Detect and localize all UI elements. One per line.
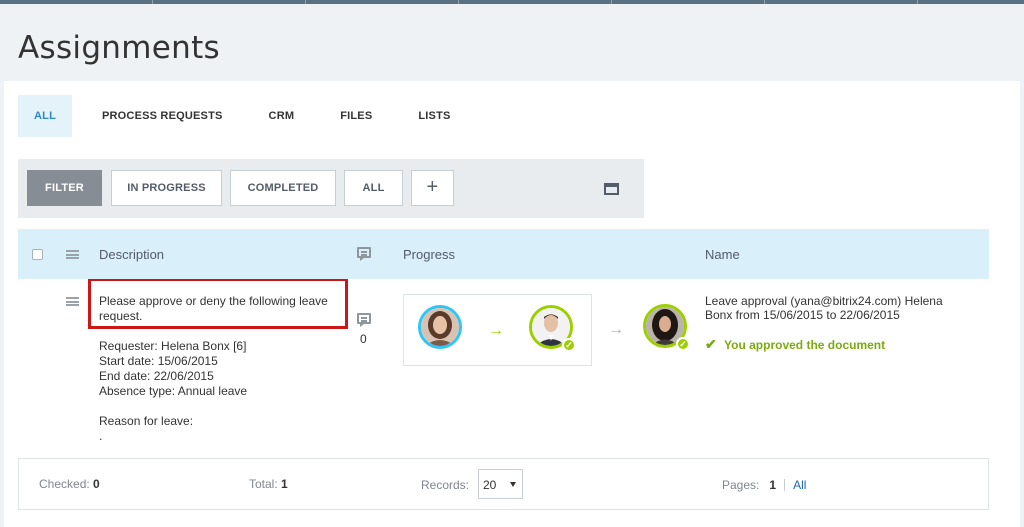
completed-button[interactable]: COMPLETED	[230, 170, 336, 206]
pagination: Pages: 1 All	[722, 478, 807, 492]
chevron-down-icon	[510, 482, 516, 487]
tab-crm[interactable]: CRM	[253, 95, 311, 137]
end-date-text: End date: 22/06/2015	[99, 369, 214, 383]
table-row: Please approve or deny the following lea…	[18, 279, 989, 441]
filter-button[interactable]: FILTER	[27, 170, 102, 206]
column-header-progress[interactable]: Progress	[403, 247, 455, 262]
column-settings-icon[interactable]	[66, 250, 79, 259]
progress-arrow-icon: →	[608, 321, 624, 338]
checked-count: Checked: 0	[39, 477, 100, 491]
top-bar	[0, 0, 1024, 4]
total-count: Total: 1	[249, 477, 288, 491]
filter-bar: FILTER IN PROGRESS COMPLETED ALL +	[18, 159, 644, 218]
tab-all[interactable]: ALL	[18, 95, 72, 137]
approved-check-icon: ✓	[676, 337, 690, 351]
status-approved: ✔ You approved the document	[705, 336, 885, 353]
column-header-name[interactable]: Name	[705, 247, 740, 262]
grid-footer: Checked: 0 Total: 1 Records: 20 Pages: 1…	[18, 458, 989, 510]
top-bar-divider	[152, 0, 153, 4]
absence-type-text: Absence type: Annual leave	[99, 384, 248, 398]
top-bar-divider	[305, 0, 306, 4]
tab-lists[interactable]: LISTS	[402, 95, 466, 137]
page-title: Assignments	[18, 30, 220, 66]
page-current[interactable]: 1	[769, 478, 776, 492]
status-text: You approved the document	[724, 338, 886, 352]
check-icon: ✔	[705, 336, 717, 352]
reason-label: Reason for leave:	[99, 414, 194, 428]
top-bar-divider	[764, 0, 765, 4]
requester-avatar[interactable]	[418, 305, 462, 349]
tab-files[interactable]: FILES	[324, 95, 388, 137]
task-details: Requester: Helena Bonx [6] Start date: 1…	[99, 339, 247, 441]
tab-bar: ALL PROCESS REQUESTS CRM FILES LISTS	[18, 95, 481, 137]
add-filter-button[interactable]: +	[411, 170, 454, 206]
window-icon[interactable]	[604, 183, 619, 195]
in-progress-button[interactable]: IN PROGRESS	[111, 170, 222, 206]
assignment-name[interactable]: Leave approval (yana@bitrix24.com) Helen…	[705, 294, 965, 322]
grid-header: Description Progress Name	[18, 229, 989, 279]
progress-arrow-icon: →	[488, 322, 504, 339]
records-label: Records:	[421, 478, 470, 492]
comment-count: 0	[360, 332, 367, 346]
all-button[interactable]: ALL	[344, 170, 403, 206]
requester-text: Requester: Helena Bonx [6]	[99, 339, 247, 353]
column-header-description[interactable]: Description	[99, 247, 164, 262]
highlight-annotation	[88, 279, 348, 329]
select-all-checkbox[interactable]	[32, 249, 43, 260]
progress-widget: → ✓	[403, 294, 592, 366]
page-all-link[interactable]: All	[793, 478, 806, 492]
comment-icon[interactable]	[357, 313, 371, 327]
comments-column-icon	[357, 247, 371, 261]
top-bar-divider	[917, 0, 918, 4]
approved-check-icon: ✓	[562, 338, 576, 352]
reason-value: .	[99, 429, 103, 441]
top-bar-divider	[611, 0, 612, 4]
row-menu-icon[interactable]	[66, 297, 79, 306]
top-bar-divider	[458, 0, 459, 4]
start-date-text: Start date: 15/06/2015	[99, 354, 218, 368]
tab-process-requests[interactable]: PROCESS REQUESTS	[86, 95, 239, 137]
records-per-page-select[interactable]: 20	[478, 469, 523, 499]
